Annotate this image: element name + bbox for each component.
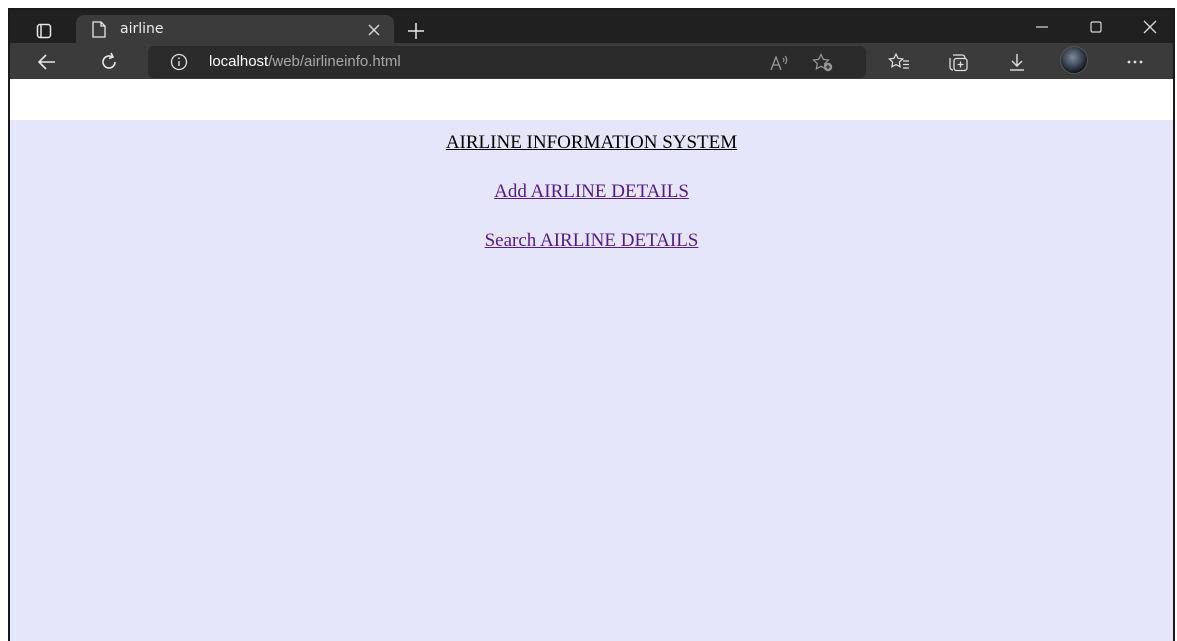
url-host: localhost bbox=[209, 53, 269, 70]
window-controls bbox=[1011, 10, 1173, 43]
plus-icon[interactable] bbox=[404, 19, 428, 43]
back-icon[interactable] bbox=[32, 49, 62, 75]
profile-avatar[interactable] bbox=[1060, 46, 1088, 74]
favorites-icon[interactable] bbox=[886, 50, 912, 74]
address-bar[interactable]: localhost/web/airlineinfo.html bbox=[148, 46, 866, 78]
browser-chrome: airline localhost/web/airlineinfo.html bbox=[10, 10, 1173, 79]
close-window-icon[interactable] bbox=[1127, 10, 1173, 43]
tab-airline[interactable]: airline bbox=[76, 15, 394, 45]
url-text[interactable]: localhost/web/airlineinfo.html bbox=[209, 53, 401, 70]
tab-actions-icon[interactable] bbox=[24, 18, 64, 44]
page-heading: AIRLINE INFORMATION SYSTEM bbox=[445, 132, 738, 153]
toolbar: localhost/web/airlineinfo.html bbox=[10, 43, 1173, 79]
read-aloud-icon[interactable] bbox=[768, 52, 790, 74]
download-icon[interactable] bbox=[1004, 50, 1030, 74]
search-airline-details-link[interactable]: Search AIRLINE DETAILS bbox=[10, 230, 1173, 252]
close-icon[interactable] bbox=[365, 21, 383, 39]
collections-icon[interactable] bbox=[946, 50, 972, 74]
url-path: /web/airlineinfo.html bbox=[268, 53, 401, 70]
page-icon bbox=[92, 21, 106, 38]
browser-window: airline localhost/web/airlineinfo.html A… bbox=[8, 8, 1175, 641]
tab-strip: airline bbox=[10, 10, 1173, 45]
minimize-icon[interactable] bbox=[1019, 10, 1065, 43]
add-favorite-icon[interactable] bbox=[812, 52, 834, 74]
maximize-icon[interactable] bbox=[1073, 10, 1119, 43]
tab-title: airline bbox=[120, 21, 164, 37]
more-icon[interactable] bbox=[1122, 50, 1148, 74]
add-airline-details-link[interactable]: Add AIRLINE DETAILS bbox=[10, 181, 1173, 203]
refresh-icon[interactable] bbox=[94, 49, 124, 75]
info-icon[interactable] bbox=[170, 53, 188, 71]
page-content: AIRLINE INFORMATION SYSTEM Add AIRLINE D… bbox=[10, 120, 1173, 641]
